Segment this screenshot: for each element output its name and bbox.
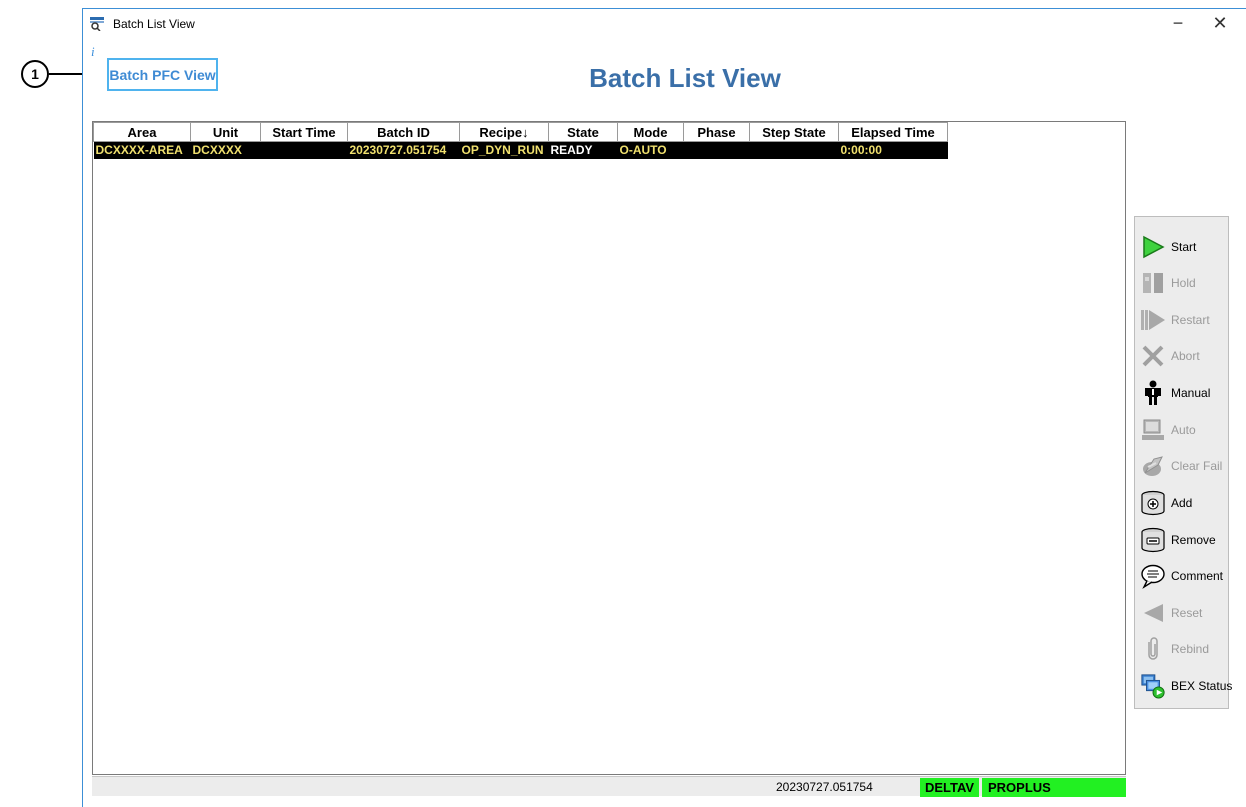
column-header-state[interactable]: State [548, 122, 618, 142]
comment-icon [1140, 563, 1166, 589]
start-label: Start [1171, 240, 1197, 254]
remove-label: Remove [1171, 533, 1216, 547]
table-row[interactable]: DCXXXX-AREA DCXXXX 20230727.051754 OP_DY… [93, 141, 948, 159]
column-header-start-time[interactable]: Start Time [260, 122, 348, 142]
hold-icon [1140, 270, 1166, 296]
clear-fail-label: Clear Fail [1171, 459, 1223, 473]
cell-recipe: OP_DYN_RUN [459, 141, 549, 159]
column-header-batch-id[interactable]: Batch ID [347, 122, 460, 142]
page-title: Batch List View [589, 63, 781, 93]
manual-label: Manual [1171, 386, 1211, 400]
command-toolbar: Start Hold Restart Abort Manual Auto Cle… [1134, 216, 1232, 709]
auto-button[interactable]: Auto [1137, 414, 1227, 446]
column-header-unit[interactable]: Unit [190, 122, 261, 142]
batch-table: Area Unit Start Time Batch ID Recipe↓ St… [93, 122, 948, 159]
play-icon [1140, 234, 1166, 260]
reset-icon [1140, 600, 1166, 626]
column-header-mode[interactable]: Mode [617, 122, 684, 142]
person-icon [1140, 380, 1166, 406]
column-header-elapsed-time[interactable]: Elapsed Time [838, 122, 948, 142]
remove-cylinder-icon [1140, 527, 1166, 553]
comment-label: Comment [1171, 569, 1224, 583]
bex-status-label: BEX Status [1171, 679, 1233, 693]
restart-button[interactable]: Restart [1137, 304, 1227, 336]
callout-number: 1 [31, 66, 39, 82]
bex-status-icon [1140, 673, 1166, 699]
close-icon[interactable]: ✕ [1208, 13, 1232, 35]
reset-label: Reset [1171, 606, 1203, 620]
table-header-row: Area Unit Start Time Batch ID Recipe↓ St… [93, 122, 948, 142]
column-header-recipe[interactable]: Recipe↓ [459, 122, 549, 142]
rebind-label: Rebind [1171, 642, 1210, 656]
hold-button[interactable]: Hold [1137, 267, 1227, 299]
abort-button[interactable]: Abort [1137, 340, 1227, 372]
info-icon[interactable]: i [91, 44, 95, 60]
status-batch-id: 20230727.051754 [776, 780, 873, 794]
remove-button[interactable]: Remove [1137, 524, 1227, 556]
cell-start-time [260, 141, 348, 159]
title-bar: Batch List View − ✕ [83, 9, 1246, 39]
clear-fail-button[interactable]: Clear Fail [1137, 450, 1227, 482]
window-title: Batch List View [113, 17, 195, 31]
column-header-area[interactable]: Area [93, 122, 191, 142]
hold-label: Hold [1171, 276, 1196, 290]
bex-status-button[interactable]: BEX Status [1137, 670, 1232, 702]
cell-step-state [749, 141, 839, 159]
batch-list-window: Batch List View − ✕ i Batch PFC View Bat… [82, 8, 1246, 807]
abort-x-icon [1140, 343, 1166, 369]
add-label: Add [1171, 496, 1193, 510]
restart-icon [1140, 307, 1166, 333]
status-proplus: PROPLUS [982, 778, 1126, 797]
paperclip-icon [1140, 636, 1166, 662]
status-deltav: DELTAV [920, 778, 979, 797]
clear-fail-icon [1140, 453, 1166, 479]
rebind-button[interactable]: Rebind [1137, 633, 1227, 665]
cell-unit: DCXXXX [190, 141, 261, 159]
cell-state: READY [548, 141, 618, 159]
add-button[interactable]: Add [1137, 487, 1227, 519]
add-cylinder-icon [1140, 490, 1166, 516]
manual-button[interactable]: Manual [1137, 377, 1227, 409]
restart-label: Restart [1171, 313, 1210, 327]
callout-marker: 1 [21, 60, 49, 88]
batch-list-panel[interactable]: Area Unit Start Time Batch ID Recipe↓ St… [92, 121, 1126, 775]
app-icon [89, 17, 105, 32]
reset-button[interactable]: Reset [1137, 597, 1227, 629]
column-header-step-state[interactable]: Step State [749, 122, 839, 142]
minimize-icon[interactable]: − [1166, 13, 1190, 35]
start-button[interactable]: Start [1137, 231, 1227, 263]
status-bar: 20230727.051754 DELTAV PROPLUS [92, 776, 1126, 797]
cell-phase [683, 141, 750, 159]
column-header-phase[interactable]: Phase [683, 122, 750, 142]
abort-label: Abort [1171, 349, 1200, 363]
cell-mode: O-AUTO [617, 141, 684, 159]
computer-icon [1140, 417, 1166, 443]
auto-label: Auto [1171, 423, 1196, 437]
cell-batch-id: 20230727.051754 [347, 141, 460, 159]
comment-button[interactable]: Comment [1137, 560, 1227, 592]
cell-elapsed-time: 0:00:00 [838, 141, 948, 159]
cell-area: DCXXXX-AREA [93, 141, 191, 159]
batch-pfc-view-button[interactable]: Batch PFC View [107, 58, 218, 91]
